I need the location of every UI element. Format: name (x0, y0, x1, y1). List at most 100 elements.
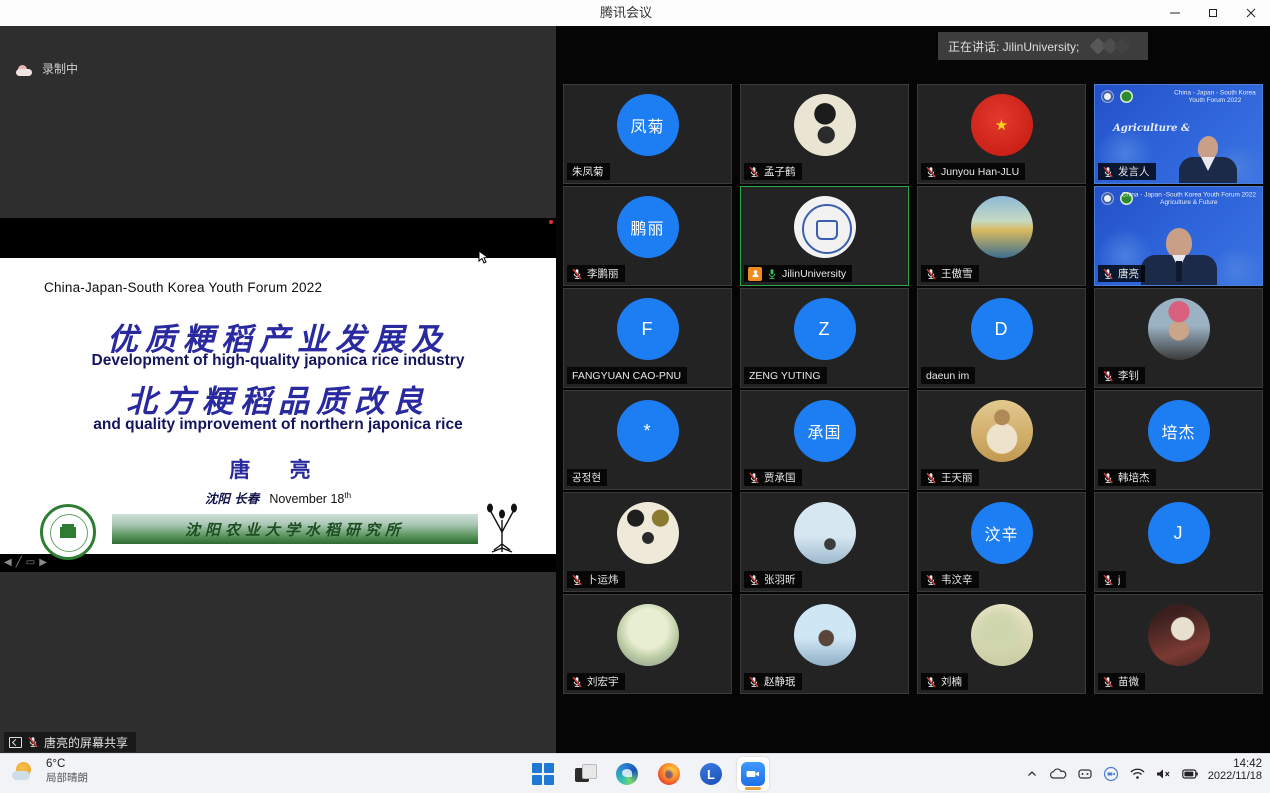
pen-tool-icon[interactable]: ╱ (16, 558, 22, 568)
university-logo-icon (1101, 90, 1114, 103)
close-button[interactable] (1232, 0, 1270, 26)
participant-name-bar: 李钊 (1098, 367, 1145, 384)
screen-share-chip: 唐亮的屏幕共享 (4, 732, 136, 752)
slide-title-en-1: Development of high-quality japonica ric… (0, 352, 556, 370)
avatar: 汶辛 (971, 502, 1033, 564)
screen-share-icon (9, 737, 22, 748)
slideshow-icon[interactable]: ▭ (26, 558, 35, 568)
participant-tile[interactable]: ★ Junyou Han-JLU (917, 84, 1086, 184)
battery-icon[interactable] (1182, 769, 1198, 779)
taskbar-start-button[interactable] (527, 757, 559, 791)
participant-name: ZENG YUTING (749, 370, 821, 382)
volume-muted-icon[interactable] (1156, 768, 1171, 780)
participant-tile[interactable]: 王傲雪 (917, 186, 1086, 286)
participant-tile[interactable]: 赵静珉 (740, 594, 909, 694)
participant-tile[interactable]: 刘楠 (917, 594, 1086, 694)
participant-name: 卜运炜 (587, 572, 619, 587)
weather-icon (12, 760, 38, 784)
slide-nav-controls: ◀ ╱ ▭ ▶ (4, 558, 47, 568)
participant-name-bar: 贾承国 (744, 469, 802, 486)
participant-tile[interactable]: JilinUniversity (740, 186, 909, 286)
weather-widget[interactable]: 6°C 局部晴朗 (12, 758, 88, 785)
participant-tile[interactable]: 汶辛 韦汶辛 (917, 492, 1086, 592)
firefox-browser-icon (658, 763, 680, 785)
onedrive-cloud-icon[interactable] (1049, 768, 1067, 780)
taskbar-app-icons: L (527, 757, 769, 791)
participant-name: 李钊 (1118, 368, 1139, 383)
participant-name: 刘楠 (941, 674, 962, 689)
participant-name: JilinUniversity (782, 268, 846, 280)
participant-tile[interactable]: 孟子鹤 (740, 84, 909, 184)
avatar: 鹏丽 (617, 196, 679, 258)
participant-tile[interactable]: 鹏丽 李鹏丽 (563, 186, 732, 286)
taskbar-lenovo-browser-button[interactable]: L (695, 757, 727, 791)
china-flag-avatar: ★ (971, 94, 1033, 156)
avatar: 凤菊 (617, 94, 679, 156)
wifi-icon[interactable] (1130, 768, 1145, 780)
recording-label: 录制中 (42, 60, 78, 77)
participant-name-bar: 朱凤菊 (567, 163, 610, 180)
participant-name: 贾承国 (764, 470, 796, 485)
participant-tile[interactable]: FFANGYUAN CAO-PNU (563, 288, 732, 388)
participant-name-bar: 韩培杰 (1098, 469, 1156, 486)
university-logo-icon (1101, 192, 1114, 205)
photo-avatar (794, 604, 856, 666)
maximize-button[interactable] (1194, 0, 1232, 26)
presenter-silhouette (1141, 228, 1217, 285)
edge-browser-icon (616, 763, 638, 785)
participant-tile[interactable]: *공정현 (563, 390, 732, 490)
minimize-button[interactable] (1156, 0, 1194, 26)
host-badge-icon (748, 267, 762, 281)
participant-name: 韩培杰 (1118, 470, 1150, 485)
taskbar-tencent-meeting-button[interactable] (737, 757, 769, 791)
prev-slide-icon[interactable]: ◀ (4, 558, 12, 568)
chevron-up-icon[interactable] (1026, 768, 1038, 780)
participant-name-bar: 发言人 (1098, 163, 1156, 180)
participant-name: 朱凤菊 (572, 164, 604, 179)
mouse-cursor (478, 250, 489, 269)
ime-icon[interactable] (1078, 767, 1092, 781)
mic-muted-icon (1102, 574, 1114, 586)
mic-muted-icon (571, 676, 583, 688)
mic-muted-icon (27, 736, 39, 748)
mic-muted-icon (1102, 268, 1114, 280)
meeting-tray-icon[interactable] (1103, 766, 1119, 782)
mic-muted-icon (748, 574, 760, 586)
taskbar-edge-button[interactable] (611, 757, 643, 791)
participant-name: 韦汶辛 (941, 572, 973, 587)
mic-muted-icon (748, 166, 760, 178)
lenovo-browser-icon: L (700, 763, 722, 785)
speaking-label: 正在讲话: JilinUniversity; (938, 38, 1079, 55)
participant-tile[interactable]: 卜运炜 (563, 492, 732, 592)
slide-title-en-2: and quality improvement of northern japo… (0, 416, 556, 434)
participant-tile[interactable]: 王天丽 (917, 390, 1086, 490)
participant-tile[interactable]: 培杰 韩培杰 (1094, 390, 1263, 490)
windows-taskbar: 6°C 局部晴朗 L 14:42 2022/11/18 (0, 753, 1270, 793)
participant-tile[interactable]: J j (1094, 492, 1263, 592)
participant-name: 王天丽 (941, 470, 973, 485)
taskbar-clock[interactable]: 14:42 2022/11/18 (1208, 758, 1262, 782)
taskbar-firefox-button[interactable] (653, 757, 685, 791)
forum-logos (1101, 90, 1133, 103)
participant-name: 唐亮 (1118, 266, 1139, 281)
participant-tile[interactable]: 凤菊朱凤菊 (563, 84, 732, 184)
participant-tile[interactable]: 张羽昕 (740, 492, 909, 592)
mic-muted-icon (748, 472, 760, 484)
slide-letterbox: China-Japan-South Korea Youth Forum 2022… (0, 218, 556, 572)
slide-venue-date: 沈阳 长春November 18th (0, 488, 556, 507)
participant-tile[interactable]: China - Japan -South Korea Youth Forum 2… (1094, 186, 1263, 286)
participant-tile[interactable]: 苗微 (1094, 594, 1263, 694)
taskbar-task-view-button[interactable] (569, 757, 601, 791)
participant-tile[interactable]: China - Japan - South Korea Youth Forum … (1094, 84, 1263, 184)
mic-muted-icon (1102, 370, 1114, 382)
participant-tile[interactable]: 刘宏宇 (563, 594, 732, 694)
tencent-meeting-icon (741, 762, 765, 786)
participant-tile[interactable]: Ddaeun im (917, 288, 1086, 388)
next-slide-icon[interactable]: ▶ (39, 558, 47, 568)
slide-venue: 沈阳 长春 (205, 491, 259, 506)
avatar: F (617, 298, 679, 360)
participant-tile[interactable]: 承国 贾承国 (740, 390, 909, 490)
slide-author: 唐 亮 (0, 454, 556, 484)
participant-tile[interactable]: 李钊 (1094, 288, 1263, 388)
participant-tile[interactable]: ZZENG YUTING (740, 288, 909, 388)
